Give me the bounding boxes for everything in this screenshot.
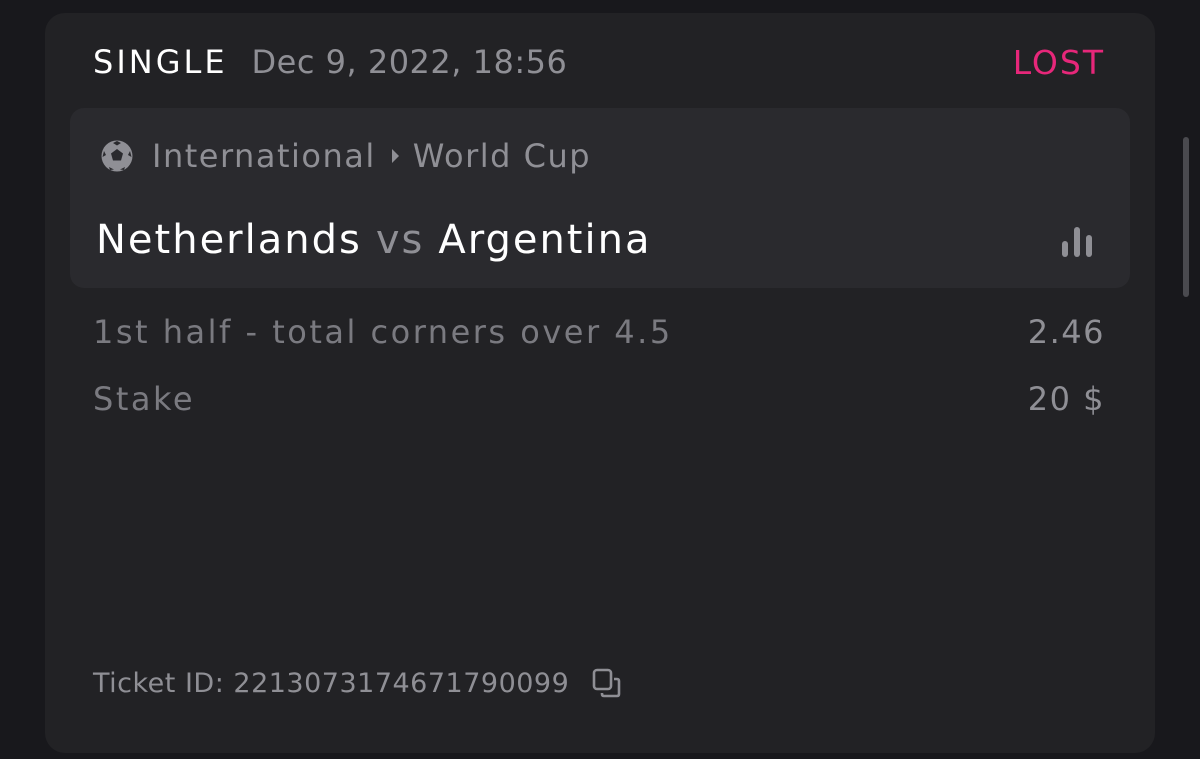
breadcrumb-tournament[interactable]: World Cup (413, 137, 591, 175)
away-team: Argentina (438, 217, 652, 263)
bet-card: SINGLE Dec 9, 2022, 18:56 LOST Internati… (45, 13, 1155, 753)
bet-type-label: SINGLE (93, 43, 228, 81)
selection-row: 1st half - total corners over 4.5 2.46 (93, 310, 1105, 354)
scrollbar[interactable] (1183, 137, 1189, 297)
odds-value: 2.46 (1027, 313, 1105, 351)
stake-label: Stake (93, 380, 196, 418)
event-box[interactable]: International World Cup Netherlands vs A… (70, 108, 1130, 288)
bet-date: Dec 9, 2022, 18:56 (251, 43, 568, 81)
stake-row: Stake 20 $ (93, 377, 1105, 421)
breadcrumb: International World Cup (100, 132, 591, 180)
breadcrumb-arrow-icon (391, 149, 399, 163)
match-title[interactable]: Netherlands vs Argentina (96, 210, 651, 270)
ticket-id-row: Ticket ID: 2213073174671790099 (93, 663, 623, 703)
stake-value: 20 $ (1027, 380, 1105, 418)
breadcrumb-category[interactable]: International (152, 137, 376, 175)
vs-separator: vs (375, 217, 425, 263)
bar-chart-icon[interactable] (1062, 223, 1098, 257)
home-team: Netherlands (96, 217, 362, 263)
bet-header: SINGLE Dec 9, 2022, 18:56 LOST (93, 39, 1105, 85)
market-label: 1st half - total corners over 4.5 (93, 313, 673, 351)
copy-icon[interactable] (591, 667, 623, 699)
ticket-id: Ticket ID: 2213073174671790099 (93, 667, 570, 699)
bet-status-badge: LOST (1012, 42, 1105, 82)
soccer-ball-icon (100, 139, 134, 173)
